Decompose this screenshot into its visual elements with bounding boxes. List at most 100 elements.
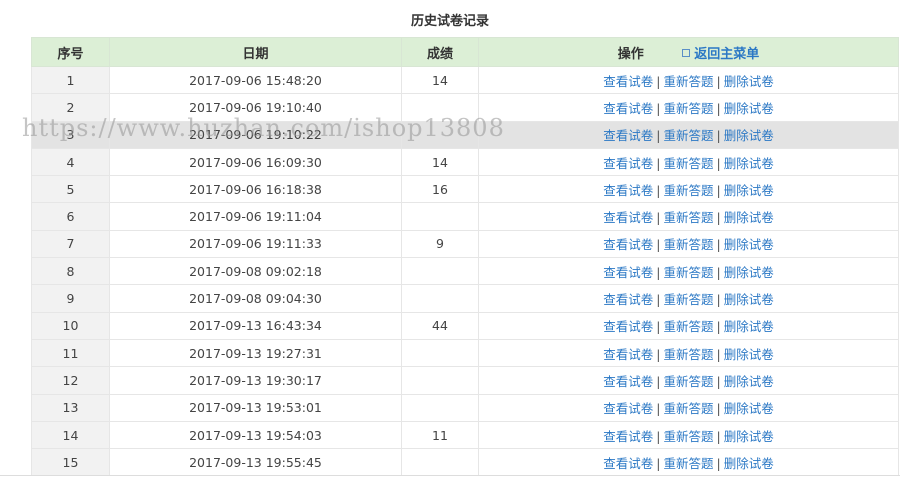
table-row: 14 2017-09-13 19:54:03 11 查看试卷 | 重新答题 | 删除试卷 (31, 420, 899, 450)
delete-paper-link[interactable]: 删除试卷 (724, 401, 774, 416)
delete-paper-link[interactable]: 删除试卷 (724, 265, 774, 280)
cell-score (401, 93, 479, 122)
delete-paper-link[interactable]: 删除试卷 (724, 319, 774, 334)
separator: | (716, 100, 721, 116)
cell-date: 2017-09-06 15:48:20 (109, 65, 402, 95)
separator: | (656, 100, 661, 116)
redo-answer-link[interactable]: 重新答题 (663, 265, 713, 280)
view-paper-link[interactable]: 查看试卷 (603, 429, 653, 444)
cell-score (401, 366, 479, 395)
separator: | (716, 73, 721, 89)
view-paper-link[interactable]: 查看试卷 (603, 74, 653, 89)
cell-date: 2017-09-13 19:55:45 (109, 448, 402, 477)
separator: | (656, 210, 661, 226)
view-paper-link[interactable]: 查看试卷 (603, 319, 653, 334)
view-paper-link[interactable]: 查看试卷 (603, 347, 653, 362)
separator: | (716, 428, 721, 444)
table-row: 10 2017-09-13 16:43:34 44 查看试卷 | 重新答题 | 删除试卷 (31, 311, 899, 340)
separator: | (656, 455, 661, 471)
cell-seq: 1 (31, 65, 110, 95)
redo-answer-link[interactable]: 重新答题 (663, 347, 713, 362)
cell-date: 2017-09-13 19:27:31 (109, 338, 402, 368)
view-paper-link[interactable]: 查看试卷 (603, 401, 653, 416)
cell-score (401, 448, 479, 477)
table-row: 8 2017-09-08 09:02:18 查看试卷 | 重新答题 | 删除试卷 (31, 257, 899, 286)
delete-paper-link[interactable]: 删除试卷 (724, 374, 774, 389)
redo-answer-link[interactable]: 重新答题 (663, 183, 713, 198)
cell-date: 2017-09-13 19:54:03 (109, 420, 402, 450)
checkbox-icon (682, 49, 691, 57)
cell-score: 44 (401, 311, 479, 340)
cell-score: 16 (401, 175, 479, 204)
separator: | (716, 373, 721, 389)
cell-seq: 14 (31, 420, 110, 450)
view-paper-link[interactable]: 查看试卷 (603, 456, 653, 471)
table-row: 15 2017-09-13 19:55:45 查看试卷 | 重新答题 | 删除试卷 (31, 448, 899, 477)
separator: | (716, 210, 721, 226)
cell-date: 2017-09-13 19:53:01 (109, 393, 402, 422)
cell-seq: 2 (31, 93, 110, 122)
separator: | (656, 237, 661, 253)
redo-answer-link[interactable]: 重新答题 (663, 210, 713, 225)
redo-answer-link[interactable]: 重新答题 (663, 401, 713, 416)
redo-answer-link[interactable]: 重新答题 (663, 128, 713, 143)
delete-paper-link[interactable]: 删除试卷 (724, 429, 774, 444)
delete-paper-link[interactable]: 删除试卷 (724, 237, 774, 252)
separator: | (656, 128, 661, 144)
cell-seq: 3 (31, 120, 110, 149)
separator: | (716, 155, 721, 171)
view-paper-link[interactable]: 查看试卷 (603, 374, 653, 389)
view-paper-link[interactable]: 查看试卷 (603, 156, 653, 171)
separator: | (716, 128, 721, 144)
cell-ops: 查看试卷 | 重新答题 | 删除试卷 (478, 311, 899, 340)
view-paper-link[interactable]: 查看试卷 (603, 183, 653, 198)
cell-ops: 查看试卷 | 重新答题 | 删除试卷 (478, 120, 899, 149)
cell-ops: 查看试卷 | 重新答题 | 删除试卷 (478, 65, 899, 95)
delete-paper-link[interactable]: 删除试卷 (724, 292, 774, 307)
redo-answer-link[interactable]: 重新答题 (663, 237, 713, 252)
cell-date: 2017-09-06 19:10:40 (109, 93, 402, 122)
cell-seq: 9 (31, 284, 110, 313)
delete-paper-link[interactable]: 删除试卷 (724, 156, 774, 171)
cell-score: 11 (401, 420, 479, 450)
redo-answer-link[interactable]: 重新答题 (663, 374, 713, 389)
view-paper-link[interactable]: 查看试卷 (603, 210, 653, 225)
table-row: 9 2017-09-08 09:04:30 查看试卷 | 重新答题 | 删除试卷 (31, 284, 899, 313)
table-row: 5 2017-09-06 16:18:38 16 查看试卷 | 重新答题 | 删除试卷 (31, 175, 899, 204)
delete-paper-link[interactable]: 删除试卷 (724, 183, 774, 198)
table-row: 13 2017-09-13 19:53:01 查看试卷 | 重新答题 | 删除试卷 (31, 393, 899, 422)
redo-answer-link[interactable]: 重新答题 (663, 101, 713, 116)
cell-score (401, 257, 479, 286)
cell-date: 2017-09-13 16:43:34 (109, 311, 402, 340)
view-paper-link[interactable]: 查看试卷 (603, 292, 653, 307)
separator: | (656, 346, 661, 362)
table-row: 3 2017-09-06 19:10:22 查看试卷 | 重新答题 | 删除试卷 (31, 120, 899, 149)
cell-date: 2017-09-13 19:30:17 (109, 366, 402, 395)
redo-answer-link[interactable]: 重新答题 (663, 429, 713, 444)
cell-ops: 查看试卷 | 重新答题 | 删除试卷 (478, 93, 899, 122)
cell-date: 2017-09-08 09:02:18 (109, 257, 402, 286)
view-paper-link[interactable]: 查看试卷 (603, 237, 653, 252)
cell-seq: 15 (31, 448, 110, 477)
view-paper-link[interactable]: 查看试卷 (603, 128, 653, 143)
return-main-menu-label: 返回主菜单 (694, 46, 760, 62)
cell-ops: 查看试卷 | 重新答题 | 删除试卷 (478, 147, 899, 177)
redo-answer-link[interactable]: 重新答题 (663, 74, 713, 89)
cell-seq: 8 (31, 257, 110, 286)
return-main-menu-link[interactable]: 返回主菜单 (682, 47, 759, 62)
delete-paper-link[interactable]: 删除试卷 (724, 210, 774, 225)
view-paper-link[interactable]: 查看试卷 (603, 101, 653, 116)
redo-answer-link[interactable]: 重新答题 (663, 156, 713, 171)
delete-paper-link[interactable]: 删除试卷 (724, 74, 774, 89)
redo-answer-link[interactable]: 重新答题 (663, 456, 713, 471)
redo-answer-link[interactable]: 重新答题 (663, 292, 713, 307)
view-paper-link[interactable]: 查看试卷 (603, 265, 653, 280)
cell-seq: 6 (31, 202, 110, 231)
cell-seq: 7 (31, 229, 110, 259)
delete-paper-link[interactable]: 删除试卷 (724, 456, 774, 471)
redo-answer-link[interactable]: 重新答题 (663, 319, 713, 334)
delete-paper-link[interactable]: 删除试卷 (724, 101, 774, 116)
delete-paper-link[interactable]: 删除试卷 (724, 347, 774, 362)
separator: | (656, 428, 661, 444)
delete-paper-link[interactable]: 删除试卷 (724, 128, 774, 143)
